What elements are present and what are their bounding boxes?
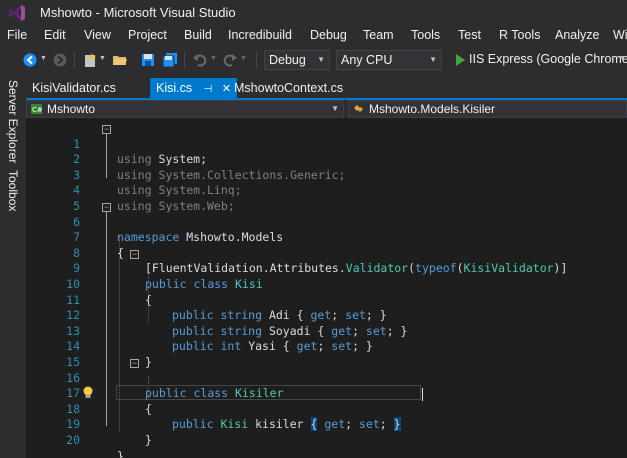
code-line: 16 public class Kisiler (26, 355, 627, 401)
collapse-toggle[interactable]: − (130, 359, 139, 368)
collapse-toggle[interactable]: − (102, 203, 111, 212)
type-dropdown[interactable]: Mshowto.Models.Kisiler (348, 100, 627, 118)
project-dropdown[interactable]: C# Mshowto ▼ (26, 100, 344, 118)
menu-analyze[interactable]: Analyze (555, 28, 599, 42)
code-line: 8 [FluentValidation.Attributes.Validator… (26, 230, 627, 276)
redo-icon[interactable] (222, 52, 238, 68)
code-editor[interactable]: 1 using System; 2 using System.Collectio… (26, 118, 627, 458)
menu-edit[interactable]: Edit (44, 28, 66, 42)
save-all-icon[interactable] (162, 52, 178, 68)
toolbar-separator (256, 52, 257, 68)
toolbox-tab[interactable]: Toolbox (6, 170, 20, 211)
redo-dropdown-icon[interactable]: ▼ (240, 55, 247, 62)
text-caret (422, 388, 423, 401)
tab-label: MshowtoContext.cs (234, 81, 344, 95)
platform-value: Any CPU (341, 53, 393, 67)
code-line: 11 public string Adi { get; set; } (26, 277, 627, 323)
new-project-icon[interactable] (82, 52, 98, 68)
collapse-toggle[interactable]: − (102, 125, 111, 134)
server-explorer-tab[interactable]: Server Explorer (6, 80, 20, 163)
code-line: 14 } (26, 324, 627, 369)
tab-kisi[interactable]: Kisi.cs ⊣ ✕ (150, 78, 238, 98)
code-line: 3 using System.Linq; (26, 152, 627, 198)
run-target-label[interactable]: IIS Express (Google Chrome) (469, 52, 627, 66)
title-bar: Mshowto - Microsoft Visual Studio (0, 0, 627, 26)
tab-label: Kisi.cs (156, 81, 193, 95)
new-dropdown-icon[interactable]: ▼ (99, 55, 106, 62)
menu-window[interactable]: Wi (613, 28, 627, 42)
chevron-down-icon: ▼ (317, 55, 325, 64)
class-icon (354, 105, 363, 112)
menu-test[interactable]: Test (458, 28, 481, 42)
menu-team[interactable]: Team (363, 28, 394, 42)
navigation-bar: C# Mshowto ▼ Mshowto.Models.Kisiler (26, 100, 627, 118)
chevron-down-icon: ▼ (331, 104, 339, 113)
menu-incredibuild[interactable]: Incredibuild (228, 28, 292, 42)
type-value: Mshowto.Models.Kisiler (369, 102, 496, 116)
line-number: 20 (66, 432, 80, 447)
toolbar-separator (74, 52, 75, 68)
configuration-dropdown[interactable]: Debug ▼ (264, 50, 330, 70)
platform-dropdown[interactable]: Any CPU ▼ (336, 50, 442, 70)
code-line: 1 using System; (26, 121, 627, 167)
project-value: Mshowto (47, 102, 96, 116)
menu-rtools[interactable]: R Tools (499, 28, 540, 42)
menu-debug[interactable]: Debug (310, 28, 347, 42)
code-line: 4 using System.Web; (26, 168, 627, 213)
menu-tools[interactable]: Tools (411, 28, 440, 42)
code-line: 5 (26, 183, 627, 213)
code-line: 20 } (26, 417, 627, 458)
code-line: 13 public int Yasi { get; set; } (26, 308, 627, 354)
tab-kisivalidator[interactable]: KisiValidator.cs (26, 78, 122, 98)
menu-file[interactable]: File (7, 28, 27, 42)
svg-text:C#: C# (32, 106, 42, 114)
code-line: 9 public class Kisi (26, 246, 627, 291)
back-dropdown-icon[interactable]: ▼ (40, 55, 47, 62)
menu-project[interactable]: Project (128, 28, 167, 42)
csharp-icon: C# (31, 104, 42, 114)
standard-toolbar: ▼ ▼ ▼ ▼ Debug ▼ Any CPU ▼ IIS Express (G… (0, 46, 627, 74)
menu-view[interactable]: View (84, 28, 111, 42)
open-folder-icon[interactable] (112, 52, 128, 68)
save-icon[interactable] (140, 52, 156, 68)
tab-label: KisiValidator.cs (32, 81, 116, 95)
code-line: 10 { (26, 261, 627, 307)
vs-logo-icon (9, 5, 25, 21)
code-line: 12 public string Soyadi { get; set; } (26, 293, 627, 338)
back-icon[interactable] (22, 52, 38, 68)
code-line: 18 public Kisi kisiler { get; set; } (26, 386, 627, 432)
code-line: 2 using System.Collections.Generic; (26, 137, 627, 182)
run-target-dropdown-icon[interactable]: ▼ (619, 55, 626, 62)
code-line: 19 } (26, 402, 627, 447)
code-line: 15 (26, 339, 627, 369)
menu-build[interactable]: Build (184, 28, 212, 42)
document-tab-bar: KisiValidator.cs Kisi.cs ⊣ ✕ MshowtoCont… (26, 78, 627, 98)
code-text: } (145, 432, 152, 447)
code-line: 6 namespace Mshowto.Models (26, 199, 627, 245)
collapse-toggle[interactable]: − (130, 250, 139, 259)
window-title: Mshowto - Microsoft Visual Studio (40, 5, 236, 20)
code-line: 7 { (26, 215, 627, 260)
configuration-value: Debug (269, 53, 306, 67)
forward-icon[interactable] (52, 52, 68, 68)
undo-icon[interactable] (192, 52, 208, 68)
code-text: } (117, 448, 124, 458)
side-tool-strip: Server Explorer Toolbox (0, 74, 26, 458)
pin-icon[interactable]: ⊣ (204, 84, 213, 95)
play-icon[interactable] (452, 52, 468, 68)
toolbar-separator (184, 52, 185, 68)
chevron-down-icon: ▼ (429, 55, 437, 64)
menu-bar: File Edit View Project Build Incredibuil… (0, 26, 627, 46)
tab-mshowtocontext[interactable]: MshowtoContext.cs (228, 78, 349, 98)
code-line: 17 { (26, 371, 627, 416)
undo-dropdown-icon[interactable]: ▼ (210, 55, 217, 62)
